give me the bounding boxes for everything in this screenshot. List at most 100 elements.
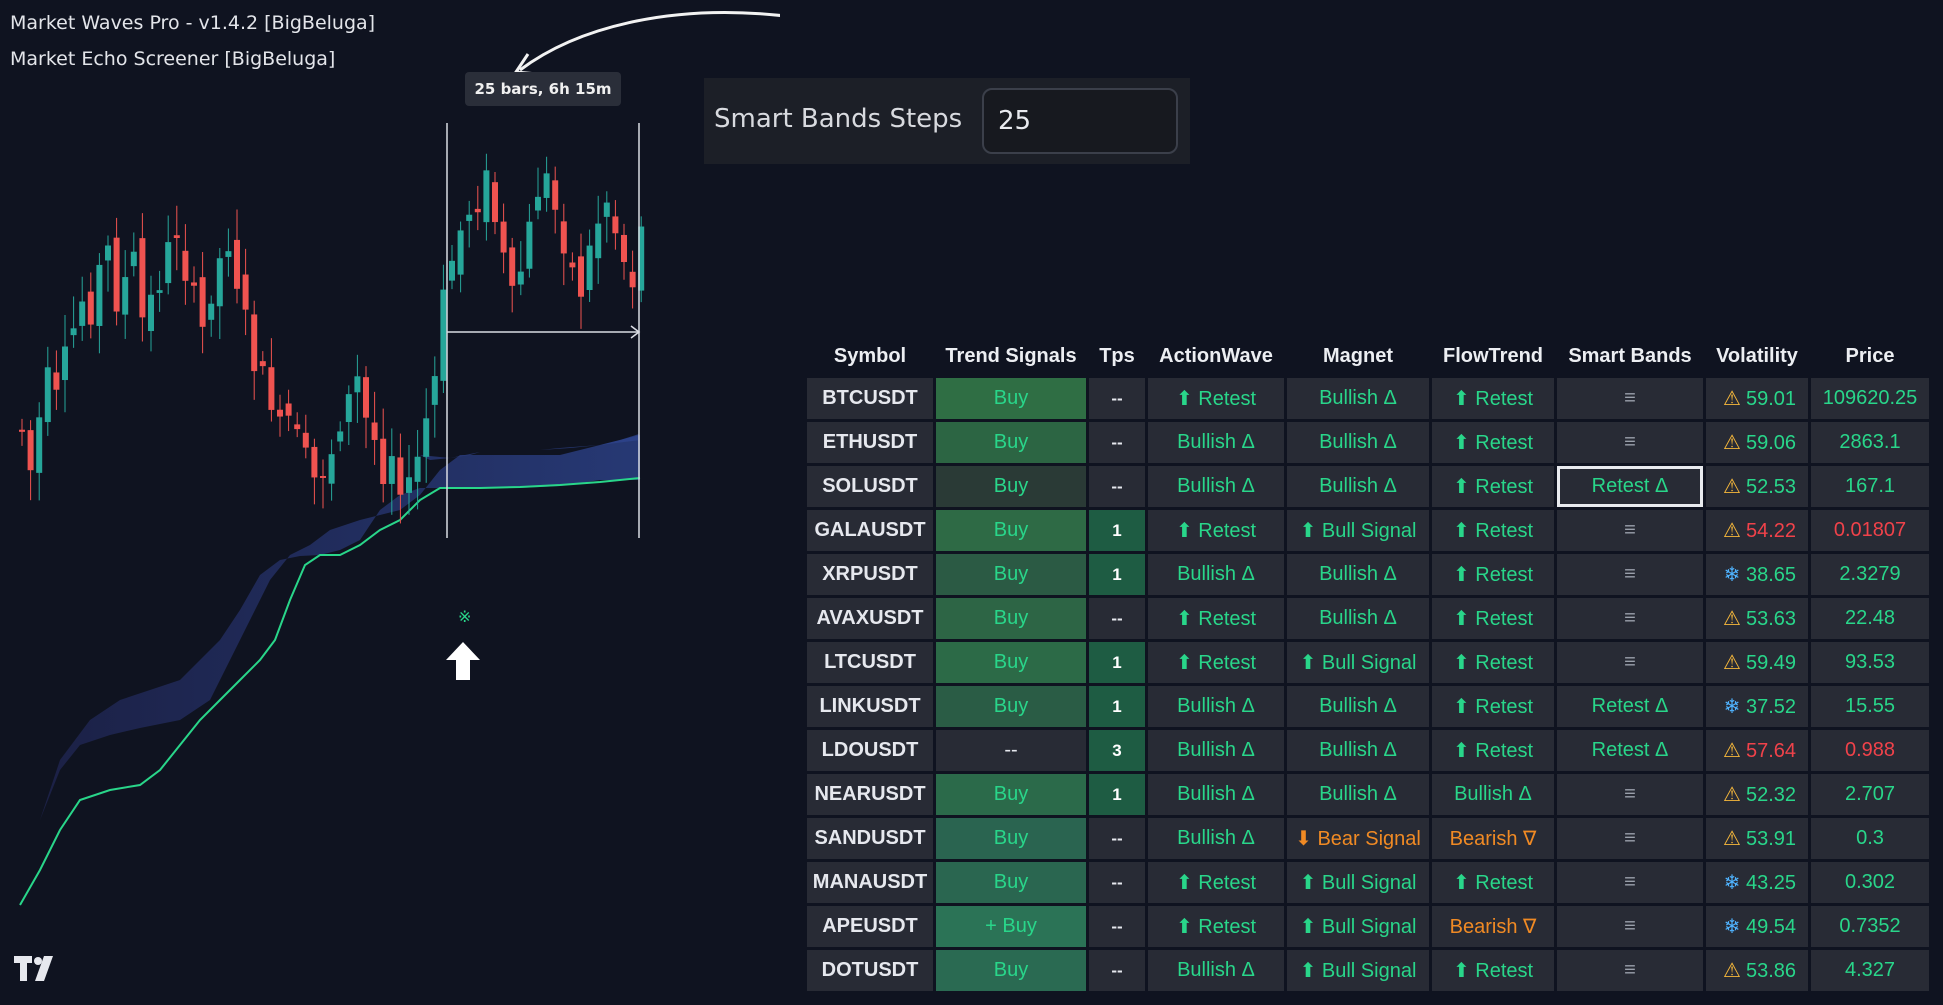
candle-body (199, 277, 206, 327)
screener-row[interactable]: SANDUSDT Buy -- Bullish Δ ⬇ Bear Signal Beari… (807, 818, 1929, 859)
smart-bands-cell: ≡ (1557, 774, 1703, 815)
symbol-cell[interactable]: SOLUSDT (807, 466, 933, 507)
smart-bands-cell: ≡ (1557, 862, 1703, 903)
warning-icon: ⚠ (1723, 520, 1741, 542)
candle-body (354, 376, 361, 393)
volatility-cell: ❄ 37.52 (1706, 686, 1808, 727)
volatility-value: 43.25 (1745, 872, 1797, 894)
smart-bands-steps-label: Smart Bands Steps (714, 104, 963, 134)
symbol-cell[interactable]: BTCUSDT (807, 378, 933, 419)
symbol-cell[interactable]: GALAUSDT (807, 510, 933, 551)
warning-icon: ⚠ (1723, 432, 1741, 454)
header-tps[interactable]: Tps (1089, 337, 1145, 375)
tps-cell: -- (1089, 818, 1145, 859)
candle-body (449, 260, 455, 281)
candle-body (156, 290, 163, 293)
actionwave-cell: Bullish Δ (1148, 730, 1284, 771)
volatility-cell: ⚠ 59.06 (1706, 422, 1808, 463)
symbol-cell[interactable]: SANDUSDT (807, 818, 933, 859)
symbol-cell[interactable]: LINKUSDT (807, 686, 933, 727)
candle-body (492, 182, 498, 223)
tps-cell: -- (1089, 950, 1145, 991)
screener-row[interactable]: BTCUSDT Buy -- ⬆ Retest Bullish Δ ⬆ Retest ≡ ⚠ 5… (807, 378, 1929, 419)
candle-body (466, 214, 473, 221)
symbol-cell[interactable]: XRPUSDT (807, 554, 933, 595)
actionwave-cell: ⬆ Retest (1148, 510, 1284, 551)
symbol-cell[interactable]: NEARUSDT (807, 774, 933, 815)
symbol-cell[interactable]: LTCUSDT (807, 642, 933, 683)
screener-row[interactable]: GALAUSDT Buy 1 ⬆ Retest ⬆ Bull Signal ⬆ Retes… (807, 510, 1929, 551)
candle-body (526, 221, 533, 269)
candle-body (612, 216, 619, 234)
symbol-cell[interactable]: APEUSDT (807, 906, 933, 947)
candle-body (578, 256, 584, 297)
snowflake-icon: ❄ (1723, 916, 1741, 938)
smart-bands-cell: ≡ (1557, 818, 1703, 859)
price-cell: 0.988 (1811, 730, 1929, 771)
header-trend-signals[interactable]: Trend Signals (936, 337, 1086, 375)
warning-icon: ⚠ (1723, 828, 1741, 850)
screener-row[interactable]: AVAXUSDT Buy -- ⬆ Retest Bullish Δ ⬆ Retest ≡ ⚠… (807, 598, 1929, 639)
candle-body (182, 250, 189, 281)
header-magnet[interactable]: Magnet (1287, 337, 1429, 375)
symbol-cell[interactable]: MANAUSDT (807, 862, 933, 903)
screener-row[interactable]: SOLUSDT Buy -- Bullish Δ Bullish Δ ⬆ Retest Re… (807, 466, 1929, 507)
smart-bands-cell: Retest Δ (1557, 466, 1703, 507)
tradingview-logo-icon[interactable] (14, 956, 60, 982)
actionwave-cell: ⬆ Retest (1148, 906, 1284, 947)
warning-icon: ⚠ (1723, 388, 1741, 410)
actionwave-cell: ⬆ Retest (1148, 378, 1284, 419)
magnet-cell: Bullish Δ (1287, 598, 1429, 639)
actionwave-cell: Bullish Δ (1148, 466, 1284, 507)
screener-row[interactable]: MANAUSDT Buy -- ⬆ Retest ⬆ Bull Signal ⬆ Rete… (807, 862, 1929, 903)
smart-bands-cell: Retest Δ (1557, 686, 1703, 727)
candle-body (285, 403, 292, 416)
header-actionwave[interactable]: ActionWave (1148, 337, 1284, 375)
trend-signal-cell: Buy (936, 774, 1086, 815)
candle-body (560, 221, 567, 254)
candle-body (191, 282, 197, 286)
price-cell: 0.01807 (1811, 510, 1929, 551)
actionwave-cell: Bullish Δ (1148, 422, 1284, 463)
header-price[interactable]: Price (1811, 337, 1929, 375)
screener-row[interactable]: XRPUSDT Buy 1 Bullish Δ Bullish Δ ⬆ Retest ≡ ❄ 3… (807, 554, 1929, 595)
smart-bands-steps-input[interactable]: 25 (982, 88, 1178, 154)
header-flowtrend[interactable]: FlowTrend (1432, 337, 1554, 375)
candle-body (337, 431, 344, 442)
candle-body (552, 180, 559, 210)
candle-body (629, 271, 636, 288)
candle-body (36, 417, 43, 473)
candle-body (53, 372, 60, 390)
candle-body (363, 377, 369, 418)
screener-row[interactable]: LDOUSDT -- 3 Bullish Δ Bullish Δ ⬆ Retest Rete… (807, 730, 1929, 771)
screener-row[interactable]: ETHUSDT Buy -- Bullish Δ Bullish Δ ⬆ Retest ≡ ⚠… (807, 422, 1929, 463)
price-chart[interactable]: ※ (0, 0, 780, 1005)
screener-row[interactable]: LINKUSDT Buy 1 Bullish Δ Bullish Δ ⬆ Retest Re… (807, 686, 1929, 727)
symbol-cell[interactable]: DOTUSDT (807, 950, 933, 991)
tps-cell: -- (1089, 422, 1145, 463)
screener-row[interactable]: LTCUSDT Buy 1 ⬆ Retest ⬆ Bull Signal ⬆ Retest… (807, 642, 1929, 683)
candle-body (569, 262, 576, 268)
magnet-cell: ⬆ Bull Signal (1287, 906, 1429, 947)
header-volatility[interactable]: Volatility (1706, 337, 1808, 375)
candle-body (79, 301, 86, 326)
screener-row[interactable]: NEARUSDT Buy 1 Bullish Δ Bullish Δ Bullish Δ ≡… (807, 774, 1929, 815)
flowtrend-cell: ⬆ Retest (1432, 466, 1554, 507)
trend-signal-cell: Buy (936, 554, 1086, 595)
warning-icon: ⚠ (1723, 652, 1741, 674)
symbol-cell[interactable]: AVAXUSDT (807, 598, 933, 639)
settings-panel: Smart Bands Steps 25 (704, 78, 1190, 164)
screener-row[interactable]: DOTUSDT Buy -- Bullish Δ ⬆ Bull Signal ⬆ Rete… (807, 950, 1929, 991)
header-smart-bands[interactable]: Smart Bands (1557, 337, 1703, 375)
symbol-cell[interactable]: LDOUSDT (807, 730, 933, 771)
header-symbol[interactable]: Symbol (807, 337, 933, 375)
symbol-cell[interactable]: ETHUSDT (807, 422, 933, 463)
candle-body (423, 418, 430, 457)
volatility-cell: ❄ 49.54 (1706, 906, 1808, 947)
magnet-cell: ⬇ Bear Signal (1287, 818, 1429, 859)
candle-body (388, 456, 395, 484)
asterisk-marker: ※ (458, 607, 471, 626)
volatility-value: 38.65 (1745, 564, 1797, 586)
screener-row[interactable]: APEUSDT + Buy -- ⬆ Retest ⬆ Bull Signal Beari… (807, 906, 1929, 947)
magnet-cell: Bullish Δ (1287, 730, 1429, 771)
